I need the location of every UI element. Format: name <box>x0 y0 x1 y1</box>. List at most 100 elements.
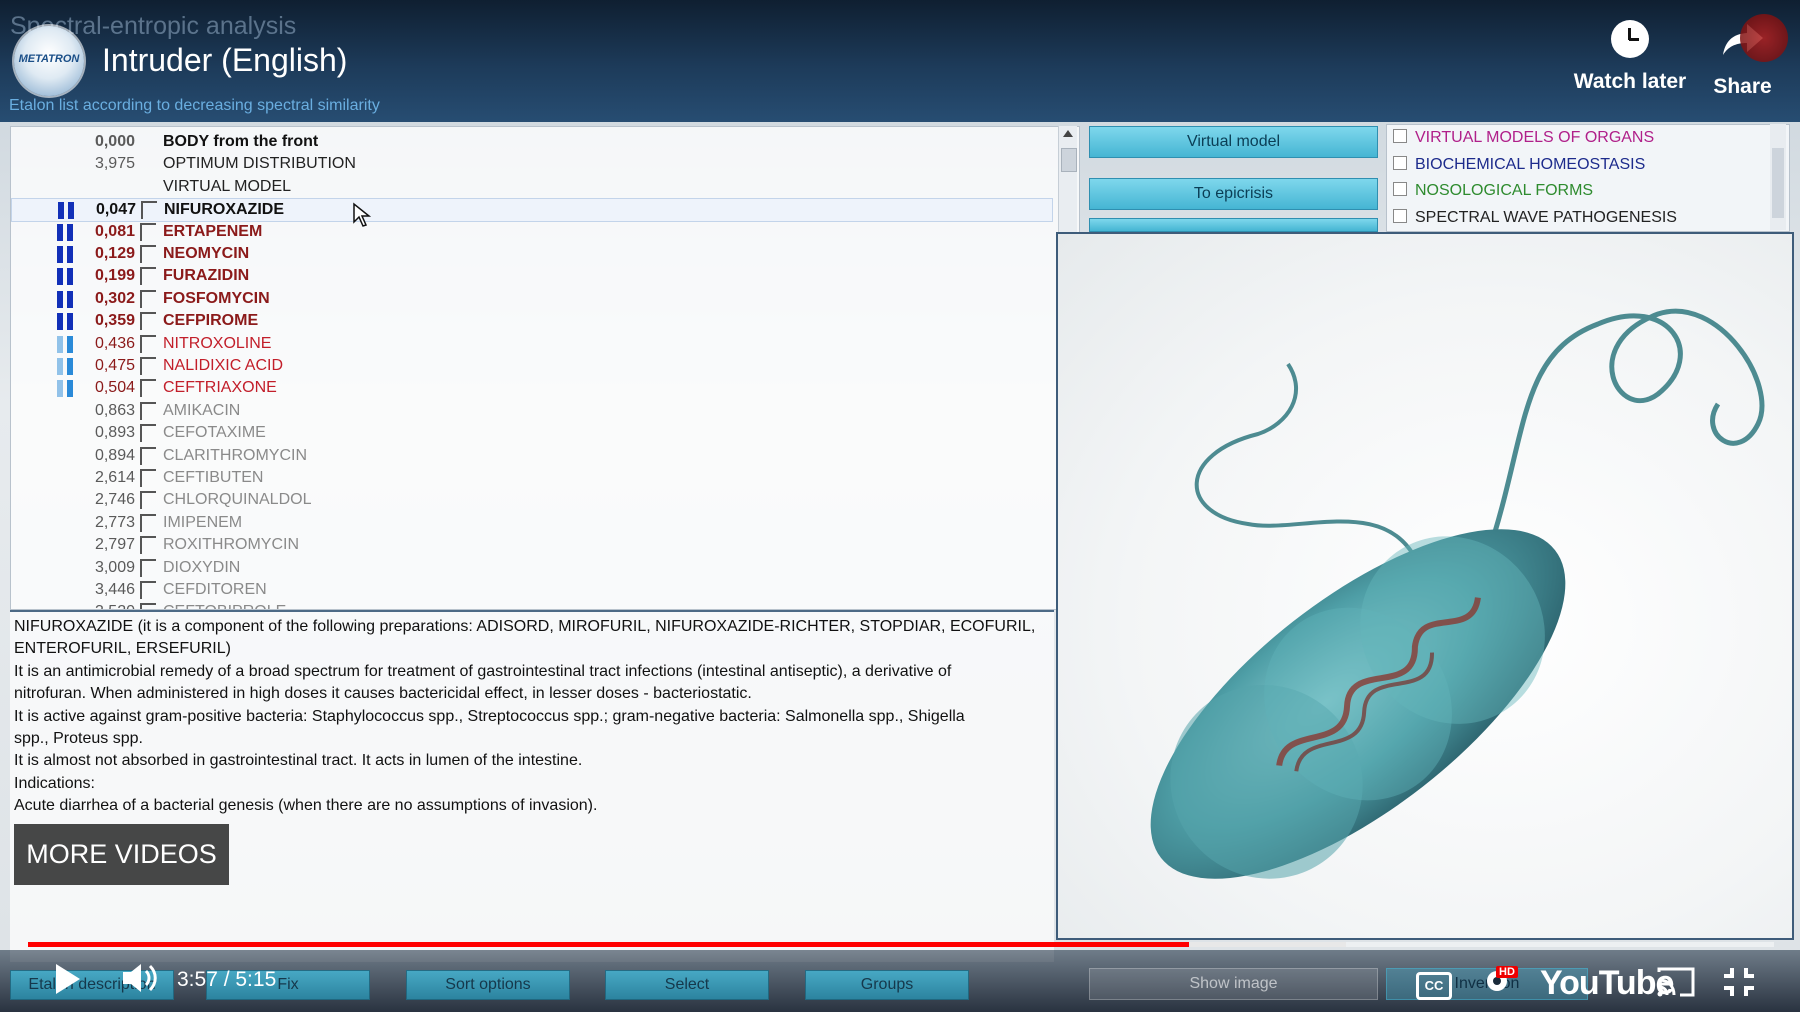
category-checkbox-item[interactable]: VIRTUAL MODELS OF ORGANS <box>1393 129 1654 147</box>
row-checkbox[interactable] <box>140 334 156 353</box>
volume-icon[interactable] <box>120 960 160 996</box>
list-row[interactable]: 0,475 NALIDIXIC ACID <box>11 355 1051 377</box>
row-checkbox[interactable] <box>140 446 156 465</box>
row-checkbox[interactable] <box>140 379 156 398</box>
row-checkbox[interactable] <box>140 603 156 609</box>
etalon-name: FURAZIDIN <box>163 267 250 285</box>
description-line: ENTEROFURIL, ERSEFURIL) <box>14 640 231 658</box>
row-checkbox[interactable] <box>140 222 156 241</box>
list-row[interactable]: 0,302 FOSFOMYCIN <box>11 288 1051 310</box>
fullscreen-icon[interactable] <box>1722 966 1756 998</box>
row-checkbox[interactable] <box>141 201 157 220</box>
list-row[interactable]: 0,199 FURAZIDIN <box>11 265 1051 287</box>
bacterium-image <box>1056 232 1794 940</box>
category-label: BIOCHEMICAL HOMEOSTASIS <box>1415 155 1646 173</box>
cast-icon[interactable] <box>1656 966 1696 998</box>
bacterium-illustration <box>1150 308 1765 879</box>
cc-icon[interactable]: CC <box>1416 972 1452 1000</box>
list-row[interactable]: 0,359 CEFPIROME <box>11 310 1051 332</box>
virtual-model-button[interactable]: Virtual model <box>1089 126 1378 158</box>
similarity-value: 3,520 <box>67 603 135 609</box>
checkbox-icon[interactable] <box>1393 208 1407 223</box>
etalon-name: VIRTUAL MODEL <box>163 177 292 195</box>
row-checkbox[interactable] <box>140 581 156 599</box>
play-icon[interactable] <box>56 964 80 994</box>
row-checkbox[interactable] <box>140 424 156 443</box>
checklist-scroll-thumb[interactable] <box>1772 148 1784 218</box>
scroll-up-icon[interactable] <box>1063 130 1073 137</box>
category-checkbox-item[interactable]: NOSOLOGICAL FORMS <box>1393 182 1593 200</box>
similarity-value: 0,199 <box>94 267 135 285</box>
list-row[interactable]: VIRTUAL MODEL <box>11 176 1051 198</box>
list-row[interactable]: 3,446 CEFDITOREN <box>11 579 1051 601</box>
hd-badge: HD <box>1496 966 1518 978</box>
row-checkbox[interactable] <box>140 401 156 420</box>
checkbox-icon[interactable] <box>1393 129 1407 143</box>
category-label: SPECTRAL WAVE PATHOGENESIS <box>1415 208 1677 226</box>
etalon-name: CHLORQUINALDOL <box>163 491 312 509</box>
list-row[interactable]: 0,000 BODY from the front <box>11 131 1051 153</box>
video-title[interactable]: Intruder (English) <box>102 42 347 79</box>
channel-avatar[interactable]: METATRON <box>14 26 84 96</box>
list-row[interactable]: 0,863 AMIKACIN <box>11 400 1051 422</box>
list-row[interactable]: 2,797 ROXITHROMYCIN <box>11 534 1051 556</box>
list-row[interactable]: 0,893 CEFOTAXIME <box>11 422 1051 444</box>
row-checkbox[interactable] <box>140 267 156 286</box>
description-line: It is an antimicrobial remedy of a broad… <box>14 662 952 680</box>
description-line: NIFUROXAZIDE (it is a component of the f… <box>14 618 1036 635</box>
row-checkbox[interactable] <box>140 558 156 577</box>
power-icon[interactable] <box>1740 14 1788 62</box>
to-epicrisis-button[interactable]: To epicrisis <box>1089 178 1378 210</box>
more-videos-button[interactable]: MORE VIDEOS <box>14 824 229 885</box>
row-checkbox[interactable] <box>140 312 156 331</box>
list-row[interactable]: 0,047 NIFUROXAZIDE <box>11 198 1053 223</box>
etalon-name: ROXITHROMYCIN <box>163 536 299 554</box>
similarity-value: 0,436 <box>94 334 135 352</box>
row-checkbox[interactable] <box>140 491 156 510</box>
category-checkbox-item[interactable]: BIOCHEMICAL HOMEOSTASIS <box>1393 155 1646 174</box>
checkbox-icon[interactable] <box>1393 155 1407 170</box>
etalon-name: FOSFOMYCIN <box>163 289 270 307</box>
list-row[interactable]: 2,614 CEFTIBUTEN <box>11 467 1051 489</box>
list-row[interactable]: 2,773 IMIPENEM <box>11 512 1051 534</box>
similarity-value: 0,359 <box>94 312 135 330</box>
list-row[interactable]: 3,520 CEFTOBIPROLE <box>11 601 1051 609</box>
row-checkbox[interactable] <box>140 357 156 375</box>
row-checkbox[interactable] <box>140 245 156 263</box>
similarity-value: 3,975 <box>94 155 135 173</box>
sort-options-button[interactable]: Sort options <box>406 970 570 1000</box>
similarity-value: 0,863 <box>94 401 135 419</box>
row-checkbox[interactable] <box>140 536 156 555</box>
cursor-icon <box>353 202 372 227</box>
scroll-thumb[interactable] <box>1061 148 1077 172</box>
list-row[interactable]: 3,975 OPTIMUM DISTRIBUTION <box>11 153 1051 175</box>
row-checkbox[interactable] <box>140 469 156 487</box>
video-progress-bar[interactable] <box>28 942 1774 947</box>
list-row[interactable]: 0,436 NITROXOLINE <box>11 333 1051 355</box>
category-checklist[interactable]: VIRTUAL MODELS OF ORGANS BIOCHEMICAL HOME… <box>1386 124 1790 232</box>
select-button[interactable]: Select <box>605 970 769 1000</box>
similarity-value: 2,797 <box>94 536 135 554</box>
checklist-scrollbar[interactable] <box>1770 124 1786 230</box>
list-row[interactable]: 0,504 CEFTRIAXONE <box>11 377 1051 399</box>
hidden-button[interactable] <box>1089 218 1378 232</box>
category-label: VIRTUAL MODELS OF ORGANS <box>1415 129 1655 146</box>
checkbox-icon[interactable] <box>1393 182 1407 196</box>
description-line: It is active against gram-positive bacte… <box>14 707 965 725</box>
list-row[interactable]: 2,746 CHLORQUINALDOL <box>11 489 1051 511</box>
category-checkbox-item[interactable]: SPECTRAL WAVE PATHOGENESIS <box>1393 208 1677 227</box>
list-row[interactable]: 0,894 CLARITHROMYCIN <box>11 445 1051 467</box>
list-row[interactable]: 0,129 NEOMYCIN <box>11 243 1051 265</box>
description-panel: NIFUROXAZIDE (it is a component of the f… <box>10 610 1054 962</box>
video-frame[interactable]: Spectral-entropic analysis Etalon list a… <box>0 0 1800 1012</box>
etalon-name: CEFPIROME <box>163 312 259 330</box>
youtube-logo[interactable]: YouTube <box>1540 964 1674 1003</box>
show-image-button[interactable]: Show image <box>1089 968 1378 1000</box>
list-row[interactable]: 0,081 ERTAPENEM <box>11 221 1051 243</box>
etalon-list[interactable]: 0,000 BODY from the front 3,975 OPTIMUM DIS… <box>10 126 1080 610</box>
groups-button[interactable]: Groups <box>805 970 969 1000</box>
list-row[interactable]: 3,009 DIOXYDIN <box>11 557 1051 579</box>
row-checkbox[interactable] <box>140 513 156 532</box>
row-checkbox[interactable] <box>140 289 156 308</box>
description-line: Indications: <box>14 774 95 792</box>
